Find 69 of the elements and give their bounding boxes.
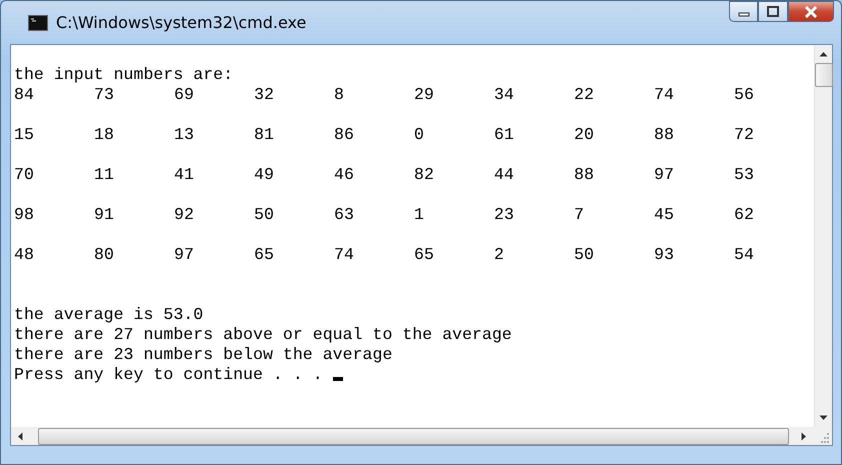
maximize-icon [767,6,779,17]
number: 74 [654,85,675,105]
number: 54 [734,245,755,265]
number: 13 [174,125,195,145]
number: 50 [254,205,275,225]
number: 62 [734,205,755,225]
number: 61 [494,125,515,145]
number: 49 [254,165,275,185]
number: 86 [334,125,355,145]
text-cursor [332,377,343,381]
number: 80 [94,245,115,265]
window-title: C:\Windows\system32\cmd.exe [56,13,308,32]
scroll-down-icon [819,415,828,421]
number: 63 [334,205,355,225]
number: 69 [174,85,195,105]
number: 7 [574,205,585,225]
number: 72 [734,125,755,145]
number: 11 [94,165,115,185]
number: 23 [494,205,515,225]
number: 65 [254,245,275,265]
number: 93 [654,245,675,265]
number: 18 [94,125,115,145]
number: 81 [254,125,275,145]
number: 91 [94,205,115,225]
console-line: Press any key to continue . . . [14,365,323,384]
number: 50 [574,245,595,265]
number: 22 [574,85,595,105]
number: 0 [414,125,425,145]
number: 74 [334,245,355,265]
scroll-thumb[interactable] [814,63,832,87]
scroll-right-icon [801,432,807,440]
number: 44 [494,165,515,185]
number: 97 [654,165,675,185]
number: 56 [734,85,755,105]
number: 92 [174,205,195,225]
vertical-scrollbar[interactable] [814,45,832,427]
number: 34 [494,85,515,105]
number: 88 [574,165,595,185]
number: 46 [334,165,355,185]
scroll-up-icon [819,51,828,57]
number: 73 [94,85,115,105]
console-line: the average is 53.0 [14,305,204,325]
number: 98 [14,205,35,225]
number: 8 [334,85,345,105]
number: 1 [414,205,425,225]
number: 82 [414,165,435,185]
close-button[interactable] [788,1,834,22]
number: 53 [734,165,755,185]
number: 20 [574,125,595,145]
terminal-icon [28,14,48,30]
number: 97 [174,245,195,265]
number: 32 [254,85,275,105]
console-line: the input numbers are: [14,65,234,85]
number: 84 [14,85,35,105]
console-line: there are 27 numbers above or equal to the average [14,325,513,345]
number: 65 [414,245,435,265]
close-icon [804,6,818,18]
number: 41 [174,165,195,185]
number: 2 [494,245,505,265]
maximize-button[interactable] [758,1,788,22]
number: 48 [14,245,35,265]
number: 29 [414,85,435,105]
number: 15 [14,125,35,145]
minimize-button[interactable] [729,1,758,22]
number: 88 [654,125,675,145]
console-line: there are 23 numbers below the average [14,345,394,365]
number: 70 [14,165,35,185]
scroll-left-icon [17,432,23,440]
number: 45 [654,205,675,225]
